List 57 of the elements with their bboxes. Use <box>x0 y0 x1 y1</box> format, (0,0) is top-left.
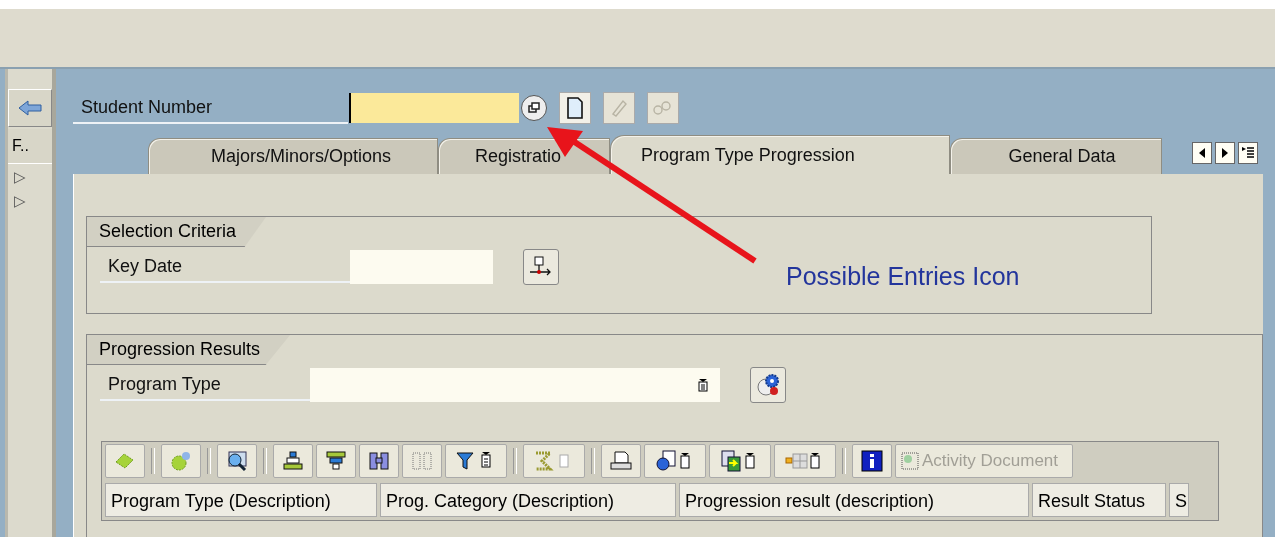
column-header[interactable]: Program Type (Description) <box>105 483 377 517</box>
column-header[interactable]: Result Status <box>1032 483 1166 517</box>
windows-icon <box>527 101 541 115</box>
sort-ascending-button[interactable] <box>273 444 313 478</box>
expand-toggle[interactable]: ▷ <box>8 190 52 212</box>
student-number-field[interactable] <box>349 93 519 123</box>
key-date-field[interactable] <box>350 250 493 284</box>
document-icon <box>566 97 584 119</box>
expand-toggle[interactable]: ▷ <box>8 166 52 188</box>
info-button[interactable] <box>852 444 892 478</box>
sort-descending-icon <box>324 451 348 471</box>
binoculars-icon <box>367 451 391 471</box>
group-title: Selection Criteria <box>87 217 267 247</box>
circles-icon <box>169 450 193 472</box>
sort-ascending-icon <box>281 451 305 471</box>
program-type-field[interactable] <box>310 368 720 402</box>
views-button[interactable] <box>644 444 706 478</box>
gear-icon <box>755 372 781 398</box>
possible-entries-button[interactable] <box>521 95 547 121</box>
sum-button[interactable] <box>523 444 585 478</box>
filter-button[interactable] <box>445 444 507 478</box>
search-icon <box>225 450 249 472</box>
sort-descending-button[interactable] <box>316 444 356 478</box>
search-button[interactable] <box>217 444 257 478</box>
find-button[interactable] <box>359 444 399 478</box>
tab[interactable]: General Data <box>950 138 1162 174</box>
dotted-square-icon <box>900 451 920 471</box>
back-arrow-icon <box>17 98 43 118</box>
pencil-icon <box>609 98 629 118</box>
export-button[interactable] <box>709 444 771 478</box>
field-label: Student Number <box>73 92 348 124</box>
group-title: Progression Results <box>87 335 291 365</box>
settings-button[interactable] <box>750 367 786 403</box>
right-triangle-icon <box>1221 148 1229 158</box>
left-triangle-icon <box>1198 148 1206 158</box>
column-header[interactable]: Progression result (description) <box>679 483 1029 517</box>
nav-item[interactable]: F.. <box>8 129 52 164</box>
back-button[interactable] <box>8 89 52 127</box>
scroll-left-button[interactable] <box>1192 142 1212 164</box>
print-button[interactable] <box>601 444 641 478</box>
column-header[interactable]: Prog. Category (Description) <box>380 483 676 517</box>
scroll-right-button[interactable] <box>1215 142 1235 164</box>
list-icon <box>1242 146 1254 160</box>
binoculars-icon <box>410 451 434 471</box>
column-header[interactable]: S <box>1169 483 1189 517</box>
new-document-button[interactable] <box>559 92 591 124</box>
printer-icon <box>609 451 633 471</box>
hierarchy-icon <box>529 256 553 278</box>
hierarchy-button[interactable] <box>523 249 559 285</box>
tab[interactable]: Program Type Progression <box>610 135 950 174</box>
info-icon <box>860 450 884 472</box>
tab-list-button[interactable] <box>1238 142 1258 164</box>
layout-button[interactable] <box>774 444 836 478</box>
tab[interactable]: Majors/Minors/Options <box>148 138 438 174</box>
annotation-label: Possible Entries Icon <box>786 262 1020 291</box>
dropdown-icon[interactable] <box>698 378 708 392</box>
tab[interactable]: Registratio <box>438 138 610 174</box>
